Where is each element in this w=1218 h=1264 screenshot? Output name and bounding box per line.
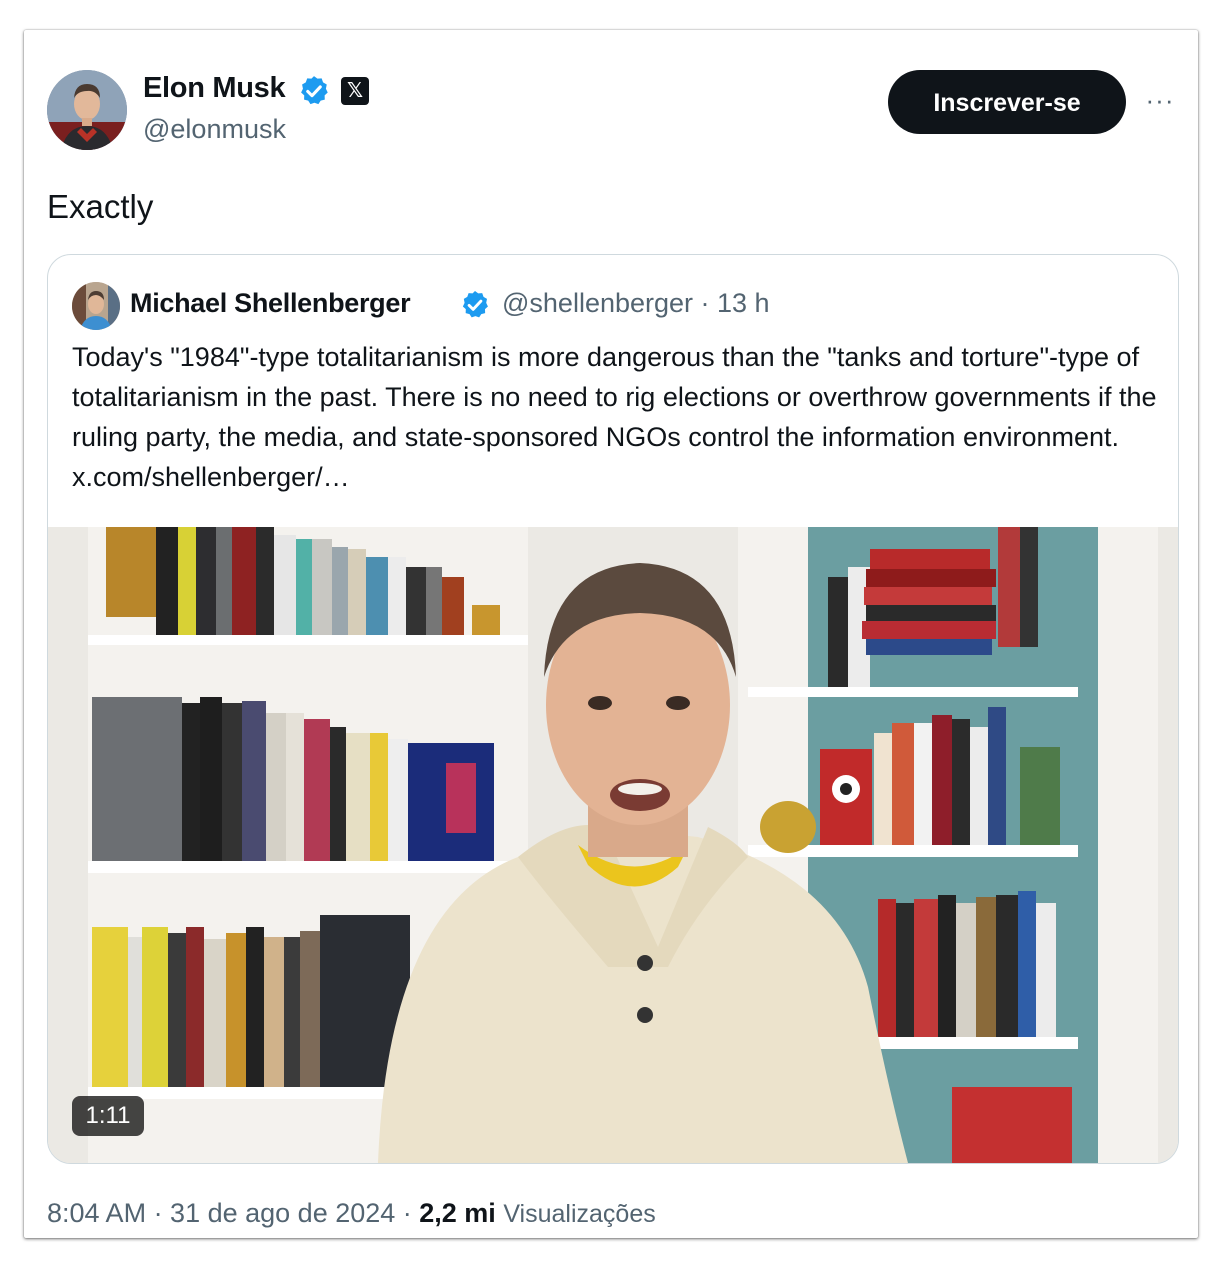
bookshelf-left-row3 [92, 915, 410, 1087]
verified-badge-icon[interactable] [297, 74, 331, 108]
quoted-tweet[interactable]: Michael Shellenberger @shellenberger · 1… [47, 254, 1179, 1164]
author-handle[interactable]: @elonmusk [143, 114, 286, 145]
views-label: Visualizações [503, 1200, 656, 1228]
verified-badge-icon[interactable] [459, 289, 491, 321]
quoted-author-handle-time[interactable]: @shellenberger · 13 h [502, 288, 770, 319]
tweet-meta: 8:04 AM · 31 de ago de 2024 · 2,2 mi Vis… [47, 1198, 656, 1229]
avatar-image [47, 70, 127, 150]
quoted-avatar-image [72, 282, 120, 330]
quoted-author-avatar[interactable] [72, 282, 120, 330]
views-count: 2,2 mi [419, 1198, 496, 1228]
author-name[interactable]: Elon Musk [143, 72, 286, 105]
quoted-author-name[interactable]: Michael Shellenberger [130, 288, 411, 319]
subscribe-button[interactable]: Inscrever-se [888, 70, 1126, 134]
timestamp[interactable]: 8:04 AM · 31 de ago de 2024 · [47, 1198, 419, 1228]
video-thumbnail [48, 527, 1178, 1163]
author-avatar[interactable] [47, 70, 127, 150]
tweet-text: Exactly [47, 188, 154, 225]
quoted-tweet-text: Today's "1984"-type totalitarianism is m… [72, 342, 1157, 492]
video-player[interactable]: 1:11 [48, 527, 1178, 1163]
video-duration-badge: 1:11 [72, 1096, 144, 1136]
more-horizontal-icon[interactable]: ··· [1142, 87, 1178, 113]
x-logo-icon[interactable]: 𝕏 [341, 77, 369, 105]
tweet-card: Elon Musk 𝕏 @elonmusk Inscrever-se ··· E… [24, 30, 1198, 1238]
